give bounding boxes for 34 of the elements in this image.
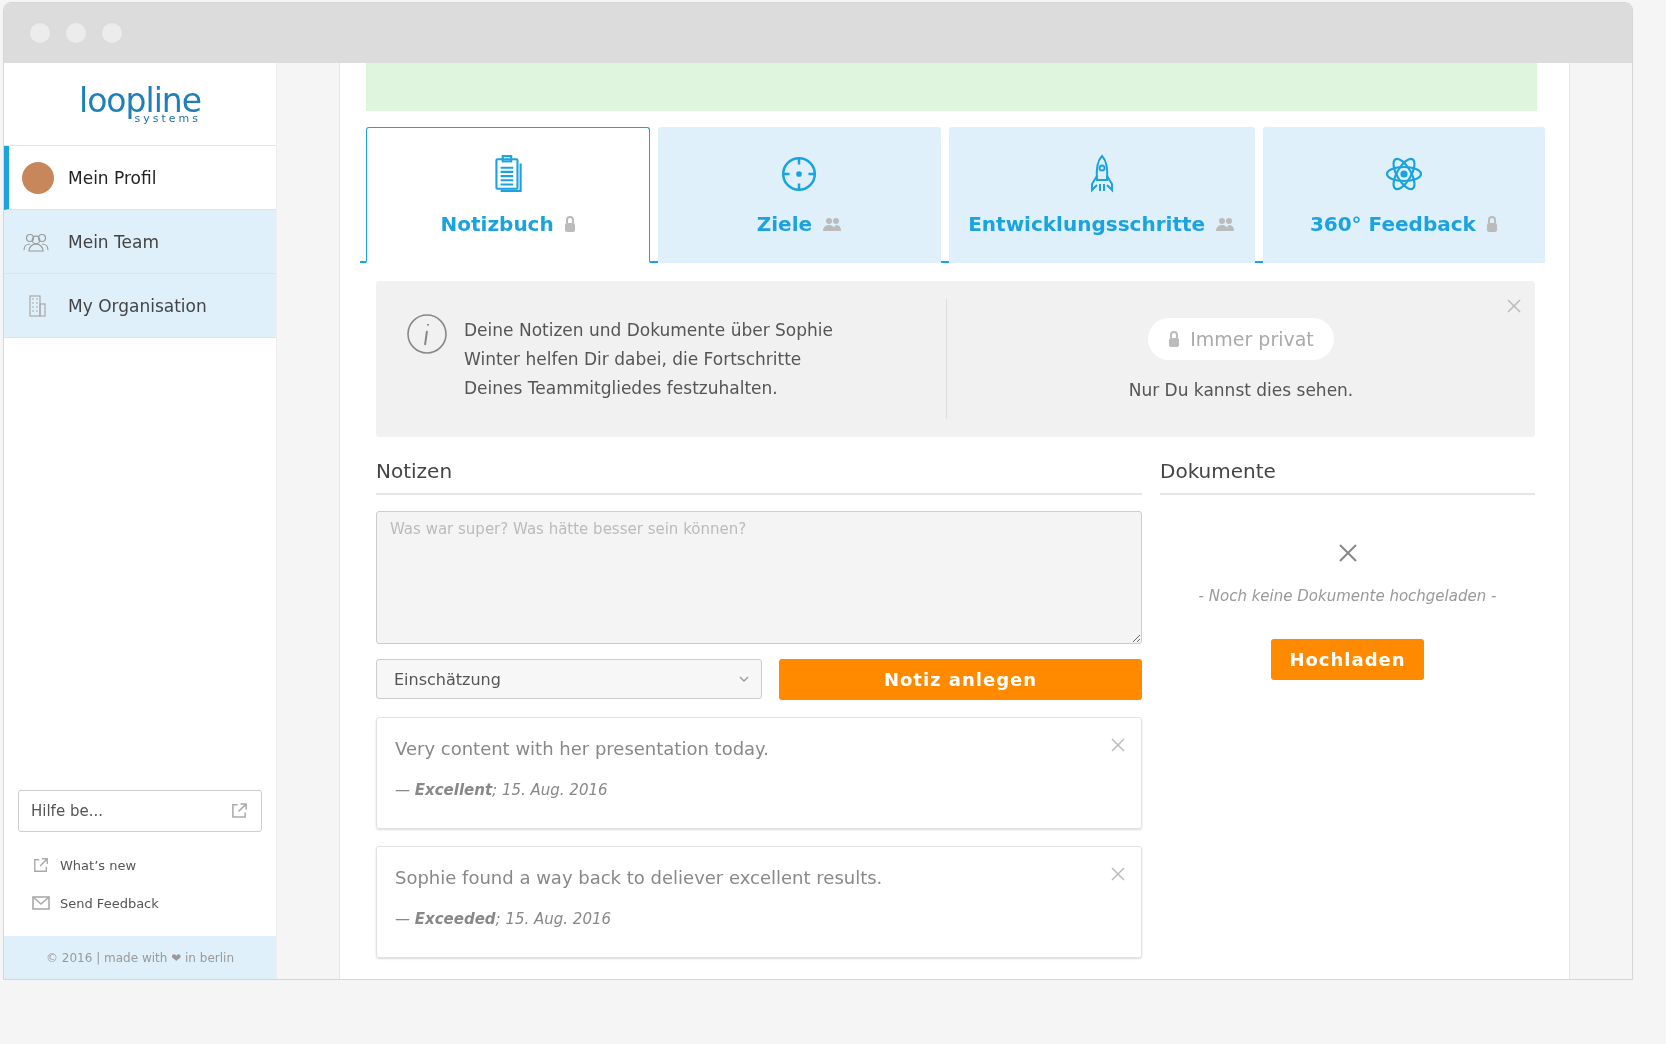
note-text: Sophie found a way back to deliever excellent results. [395, 867, 884, 888]
sidebar-item[interactable]: Mein Profil [4, 146, 276, 210]
lock-icon [563, 214, 576, 233]
note-meta: — Excellent; 15. Aug. 2016 [395, 781, 609, 799]
section-heading: Dokumente [1160, 459, 1535, 495]
privacy-caption: Nur Du kannst dies sehen. [1128, 380, 1354, 400]
mail-icon [32, 895, 50, 911]
people-icon [822, 217, 843, 231]
caret-icon [739, 676, 749, 682]
people-icon [1215, 217, 1236, 231]
sidebar-item[interactable]: My Organisation [4, 274, 276, 338]
empty-state-text: - Noch keine Dokumente hochgeladen - [1198, 587, 1497, 605]
help-search-field[interactable]: Hilfe be... [18, 790, 262, 832]
close-icon[interactable] [1507, 299, 1521, 313]
note-meta: — Exceeded; 15. Aug. 2016 [395, 910, 613, 928]
note-text: Very content with her presentation today. [395, 738, 770, 759]
info-icon [406, 313, 448, 355]
info-text: Deine Notizen und Dokumente über Sophie Winter helfen Dir dabei, die Fortschritte Deines Teammitgliedes festzuhalten. [464, 318, 834, 400]
lock-icon [1168, 330, 1181, 348]
avatar-icon [22, 161, 54, 194]
external-link-icon[interactable] [231, 802, 248, 819]
lock-icon [1485, 215, 1498, 233]
sidebar-link[interactable]: What’s new [32, 846, 276, 884]
sidebar-footer: © 2016 | made with ❤ in berlin [4, 936, 276, 979]
sidebar-link[interactable]: Send Feedback [32, 884, 276, 922]
close-icon[interactable] [1111, 867, 1125, 881]
external-link-icon [32, 857, 50, 873]
rating-dropdown[interactable]: Einschätzung [376, 659, 762, 699]
section-heading: Notizen [376, 459, 1142, 495]
cross-icon [1337, 543, 1358, 563]
close-icon[interactable] [1111, 738, 1125, 752]
privacy-badge: Immer privat [1148, 318, 1334, 360]
sidebar-item[interactable]: Mein Team [4, 210, 276, 274]
note-input-field[interactable]: Was war super? Was hätte besser sein können? [376, 511, 1142, 644]
